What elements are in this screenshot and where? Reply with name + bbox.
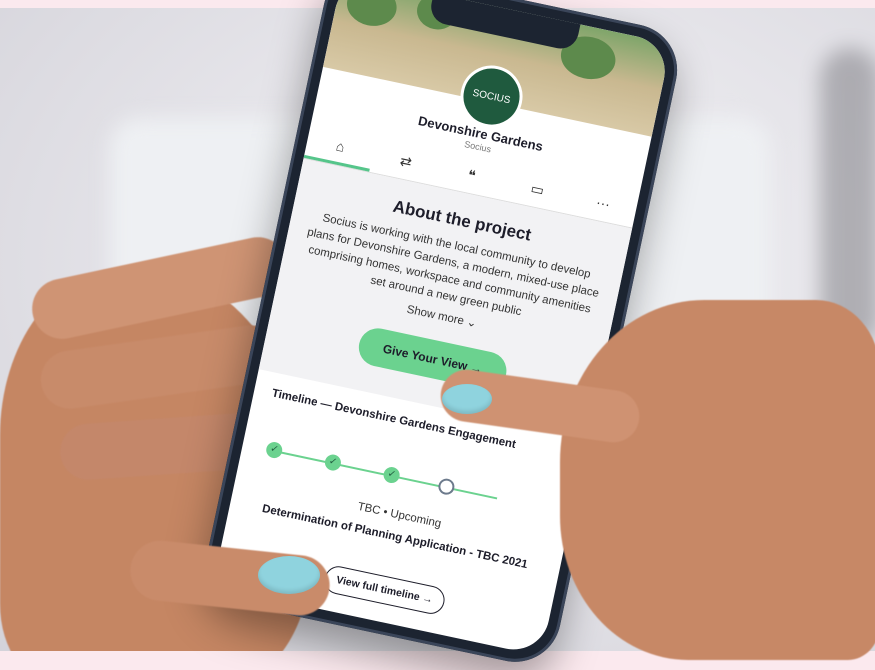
check-icon: ✓ [323,453,343,473]
right-hand [560,300,875,660]
home-icon: ⌂ [334,137,347,155]
left-thumb-nail [258,556,320,594]
chat-icon: ❝ [466,166,478,184]
check-icon: ✓ [264,440,284,460]
swap-icon: ⇄ [398,151,414,170]
check-icon: ✓ [382,465,402,485]
tree-shape [343,0,401,31]
more-icon: ··· [594,193,612,213]
pending-milestone-icon [436,477,456,497]
view-full-timeline-button[interactable]: View full timeline → [321,563,448,617]
right-thumb-nail [442,384,492,414]
message-icon: ▭ [529,179,546,198]
